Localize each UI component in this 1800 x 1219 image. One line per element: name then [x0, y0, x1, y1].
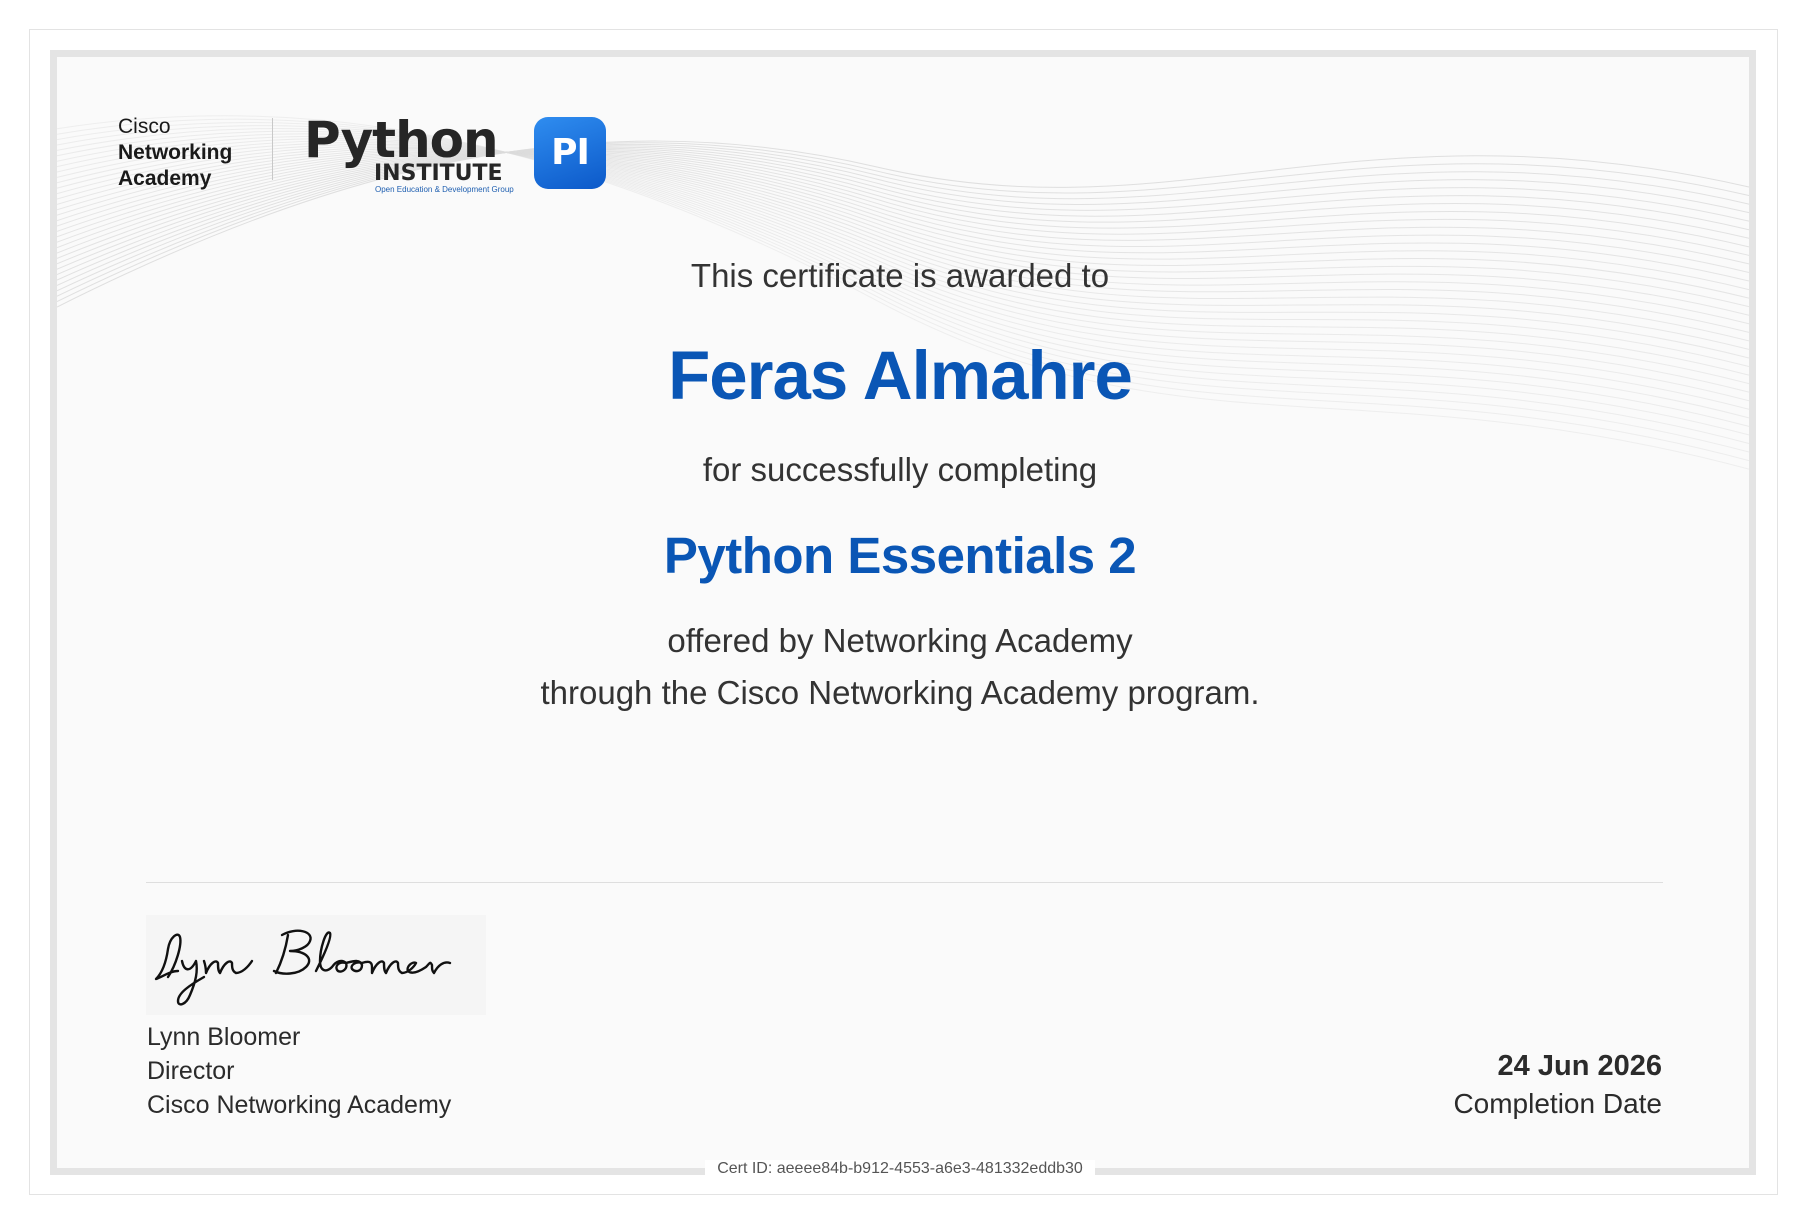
- logo-divider: [272, 118, 273, 180]
- signatory-organization: Cisco Networking Academy: [147, 1091, 452, 1119]
- completing-text: for successfully completing: [702, 451, 1098, 488]
- cert-id: Cert ID: aeeee84b-b912-4553-a6e3-481332e…: [705, 1160, 1095, 1178]
- python-logo-institute: INSTITUTE: [374, 161, 503, 186]
- python-logo-subtitle: Open Education & Development Group: [375, 185, 514, 194]
- cisco-logo-line1: Cisco: [118, 115, 171, 138]
- python-institute-logo: Python INSTITUTE Open Education & Develo…: [304, 111, 624, 197]
- cisco-logo-line2: Networking: [118, 141, 233, 164]
- course-name: Python Essentials 2: [663, 527, 1137, 584]
- signatory-name: Lynn Bloomer: [147, 1023, 301, 1051]
- cisco-networking-academy-logo: Cisco Networking Academy: [118, 114, 232, 192]
- awarded-text: This certificate is awarded to: [690, 257, 1110, 294]
- cisco-logo-line3: Academy: [118, 167, 212, 190]
- signature-divider: [146, 882, 1663, 883]
- handwritten-signature: [146, 915, 486, 1015]
- completion-date: 24 Jun 2026: [1497, 1050, 1662, 1082]
- offered-text: offered by Networking Academy: [667, 622, 1133, 659]
- cert-id-container: Cert ID: aeeee84b-b912-4553-a6e3-481332e…: [0, 1160, 1800, 1178]
- through-text: through the Cisco Networking Academy pro…: [540, 674, 1260, 711]
- completion-date-label: Completion Date: [1453, 1088, 1662, 1119]
- recipient-name: Feras Almahre: [668, 337, 1133, 414]
- signatory-title: Director: [147, 1057, 235, 1085]
- python-institute-badge-icon: PI: [534, 117, 606, 189]
